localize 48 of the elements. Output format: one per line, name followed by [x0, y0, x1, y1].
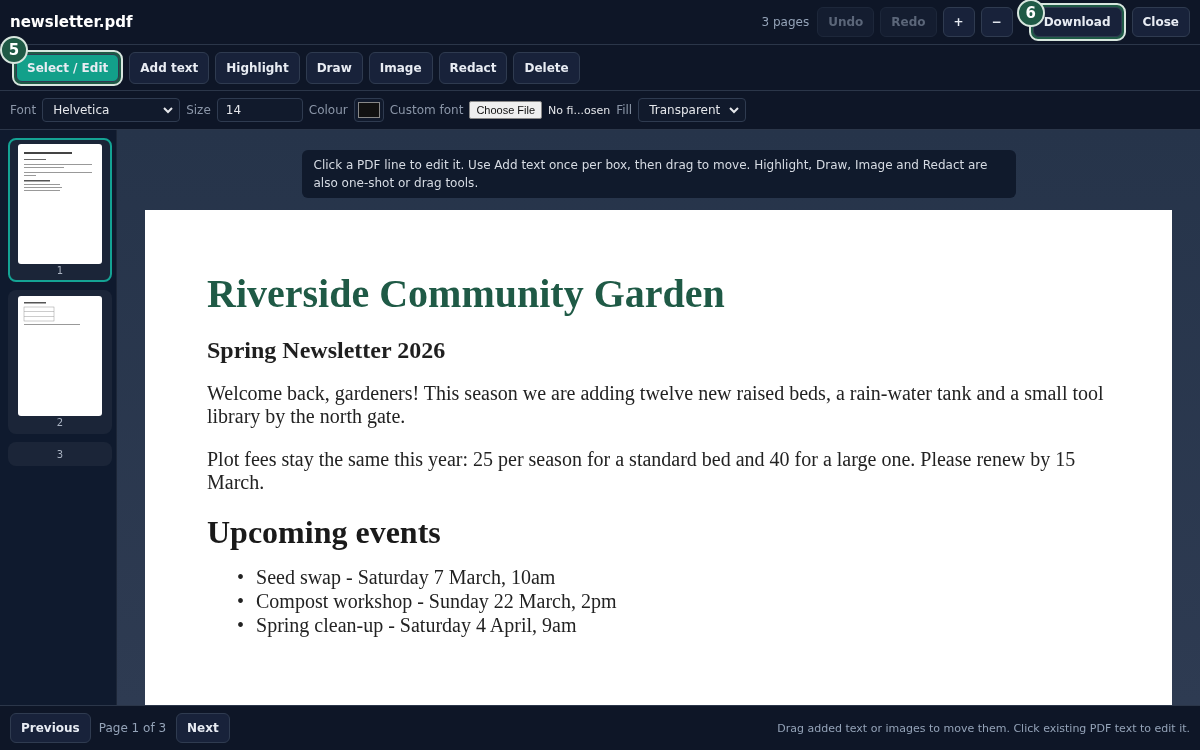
section-heading: Upcoming events — [207, 514, 442, 551]
next-button[interactable]: Next — [176, 713, 230, 743]
chevron-down-icon — [163, 106, 174, 114]
page-number: 1 — [56, 264, 64, 278]
bullet: • — [237, 589, 244, 613]
page-heading: Riverside Community Garden — [207, 270, 726, 317]
choose-file-button[interactable]: Choose File — [469, 101, 543, 119]
bullet: • — [237, 565, 244, 589]
paragraph: Plot fees stay the same this year: 25 per season for a standard bed and 40 for a large one. Please renew by 15 March. — [207, 448, 1077, 494]
bullet: • — [237, 613, 244, 637]
help-text: Drag added text or images to move them. Click existing PDF text to edit it. — [777, 721, 1190, 735]
page-thumbnail-card[interactable]: 2 — [8, 290, 112, 434]
document-title: newsletter.pdf — [10, 13, 134, 31]
step-badge: 5 — [0, 35, 28, 64]
font-select[interactable]: Helvetica — [42, 98, 181, 122]
page-thumbnail-card[interactable]: 3 — [8, 442, 112, 466]
hint-message: Click a PDF line to edit it. Use Add text once per box, then drag to move. Highlight, Draw, Image and Redact are also one-shot or drag tools. — [301, 150, 1016, 198]
list-item: Seed swap - Saturday 7 March, 10am — [256, 565, 556, 589]
size-field[interactable]: 14 — [216, 98, 303, 122]
chevron-down-icon — [729, 106, 740, 114]
page-number: 2 — [56, 416, 64, 430]
field-label: Font — [10, 103, 37, 117]
step-badge: 6 — [1016, 0, 1045, 27]
list-item: Spring clean-up - Saturday 4 April, 9am — [256, 613, 577, 637]
tool-button[interactable]: Add text — [129, 51, 210, 84]
tool-button[interactable]: Draw — [305, 51, 363, 84]
header-button[interactable]: + — [942, 7, 975, 37]
header-button[interactable]: − — [980, 7, 1013, 37]
tool-button[interactable]: Delete — [513, 51, 580, 84]
page-subheading: Spring Newsletter 2026 — [207, 337, 447, 364]
tool-button[interactable]: Highlight — [215, 51, 300, 84]
field-label: Custom font — [389, 103, 464, 117]
field-label: Fill — [616, 103, 633, 117]
tool-button[interactable]: Image — [368, 51, 433, 84]
field-label: Colour — [308, 103, 348, 117]
fill-select[interactable]: Transparent — [638, 98, 747, 122]
paragraph: Welcome back, gardeners! This season we are adding twelve new raised beds, a rain-water tank and a small tool library by the north gate. — [207, 382, 1105, 428]
page-status: Page 1 of 3 — [98, 721, 167, 735]
page-count: 3 pages — [761, 15, 810, 29]
file-status: No fi...osen — [548, 103, 611, 117]
list-item: Compost workshop - Sunday 22 March, 2pm — [256, 589, 617, 613]
header-button[interactable]: Close — [1131, 7, 1190, 37]
previous-button[interactable]: Previous — [10, 713, 91, 743]
colour-picker[interactable] — [353, 98, 384, 122]
page-thumbnail-card[interactable]: 1 — [8, 138, 112, 282]
page-number: 3 — [56, 448, 64, 462]
tool-button[interactable]: Redact — [438, 51, 508, 84]
field-label: Size — [186, 103, 211, 117]
